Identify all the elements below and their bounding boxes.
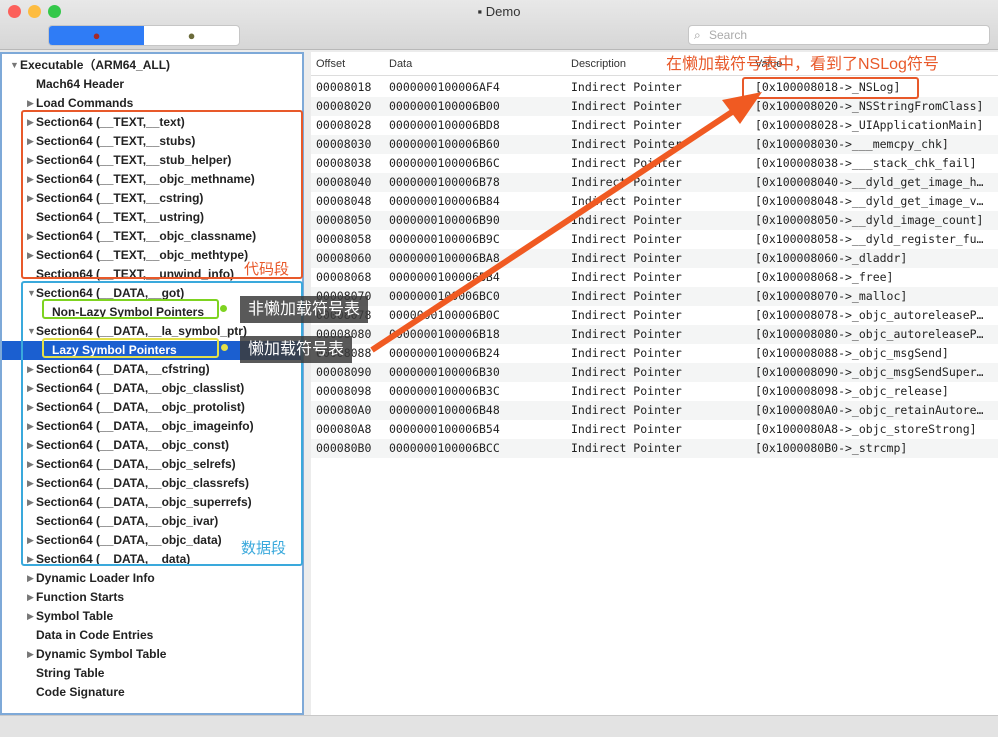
arrow-annotation: [370, 92, 762, 353]
arrow-head: [722, 92, 762, 124]
arrow-line: [370, 107, 737, 353]
